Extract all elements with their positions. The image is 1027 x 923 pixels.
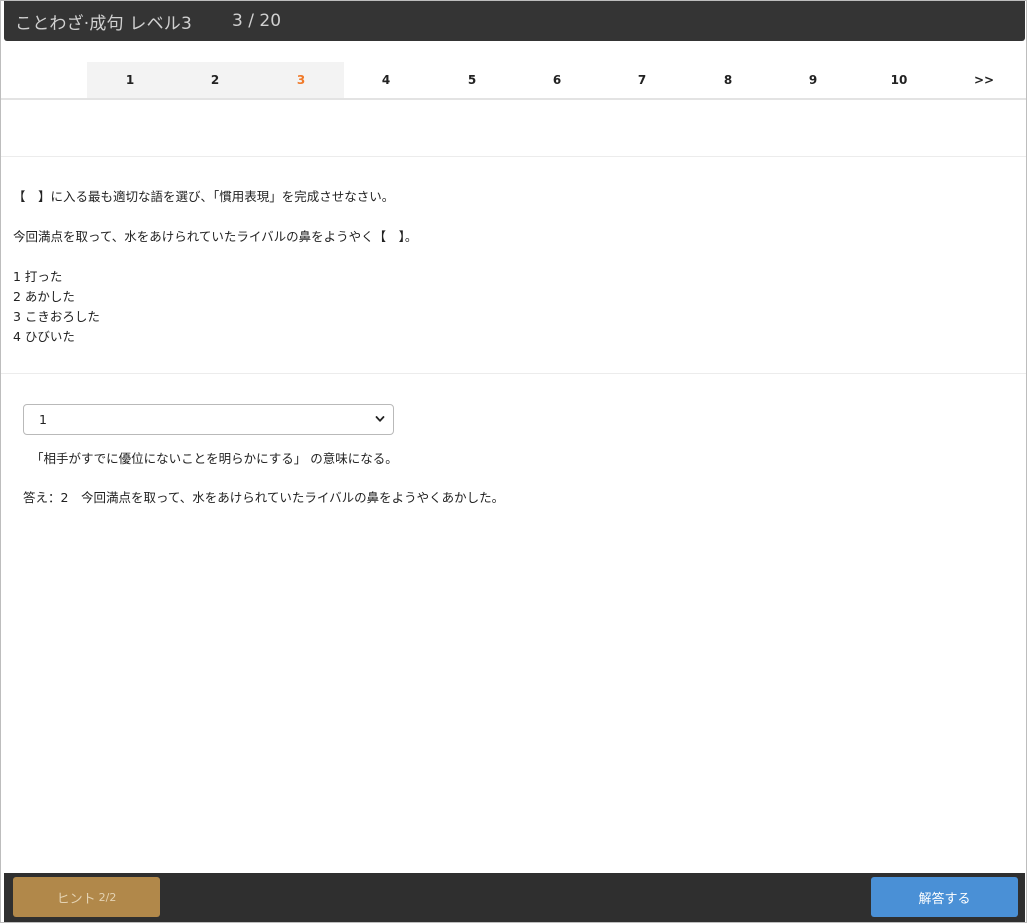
pager-page-7[interactable]: 7 (599, 62, 685, 98)
submit-button[interactable]: 解答する (871, 877, 1018, 917)
question-progress: 3 / 20 (232, 11, 282, 31)
pager-page-1[interactable]: 1 (87, 62, 173, 98)
app-window: ことわざ·成句 レベル3 3 / 20 1 2 3 4 5 6 7 8 9 10… (0, 0, 1027, 923)
title-bar: ことわざ·成句 レベル3 3 / 20 (4, 1, 1025, 41)
option-2: 2 あかした (13, 289, 75, 304)
pager-page-6[interactable]: 6 (514, 62, 600, 98)
pager-page-8[interactable]: 8 (685, 62, 771, 98)
question-block: 【 】に入る最も適切な語を選び、「慣用表現」を完成させなさい。 今回満点を取って… (13, 187, 417, 347)
question-instruction: 【 】に入る最も適切な語を選び、「慣用表現」を完成させなさい。 (13, 189, 395, 204)
answer-explanation: 「相手がすでに優位にないことを明らかにする」 の意味になる。 (31, 451, 398, 466)
hint-button-label: ヒント (56, 891, 96, 907)
pager-page-9[interactable]: 9 (770, 62, 856, 98)
pager-page-4[interactable]: 4 (343, 62, 429, 98)
hint-button-count: 2/2 (98, 890, 117, 904)
question-pager: 1 2 3 4 5 6 7 8 9 10 >> (1, 62, 1026, 100)
chevron-down-icon (375, 416, 385, 422)
pager-next-button[interactable]: >> (941, 62, 1026, 98)
quiz-title: ことわざ·成句 レベル3 (15, 13, 193, 34)
pager-page-10[interactable]: 10 (856, 62, 942, 98)
footer-bar: ヒント 2/2 解答する (4, 873, 1025, 922)
question-sentence: 今回満点を取って、水をあけられていたライバルの鼻をようやく【 】。 (13, 229, 418, 244)
answer-select[interactable]: 1 (23, 404, 394, 435)
pager-page-5[interactable]: 5 (429, 62, 515, 98)
option-3: 3 こきおろした (13, 309, 100, 324)
section-divider (1, 373, 1026, 374)
hint-button[interactable]: ヒント 2/2 (13, 877, 160, 917)
pager-page-2[interactable]: 2 (172, 62, 258, 98)
pager-page-3[interactable]: 3 (258, 62, 344, 98)
answer-select-value: 1 (39, 412, 47, 427)
option-1: 1 打った (13, 269, 63, 284)
answer-text: 答え：2 今回満点を取って、水をあけられていたライバルの鼻をようやくあかした。 (23, 490, 505, 505)
option-4: 4 ひびいた (13, 329, 75, 344)
spacer-row (1, 100, 1026, 157)
